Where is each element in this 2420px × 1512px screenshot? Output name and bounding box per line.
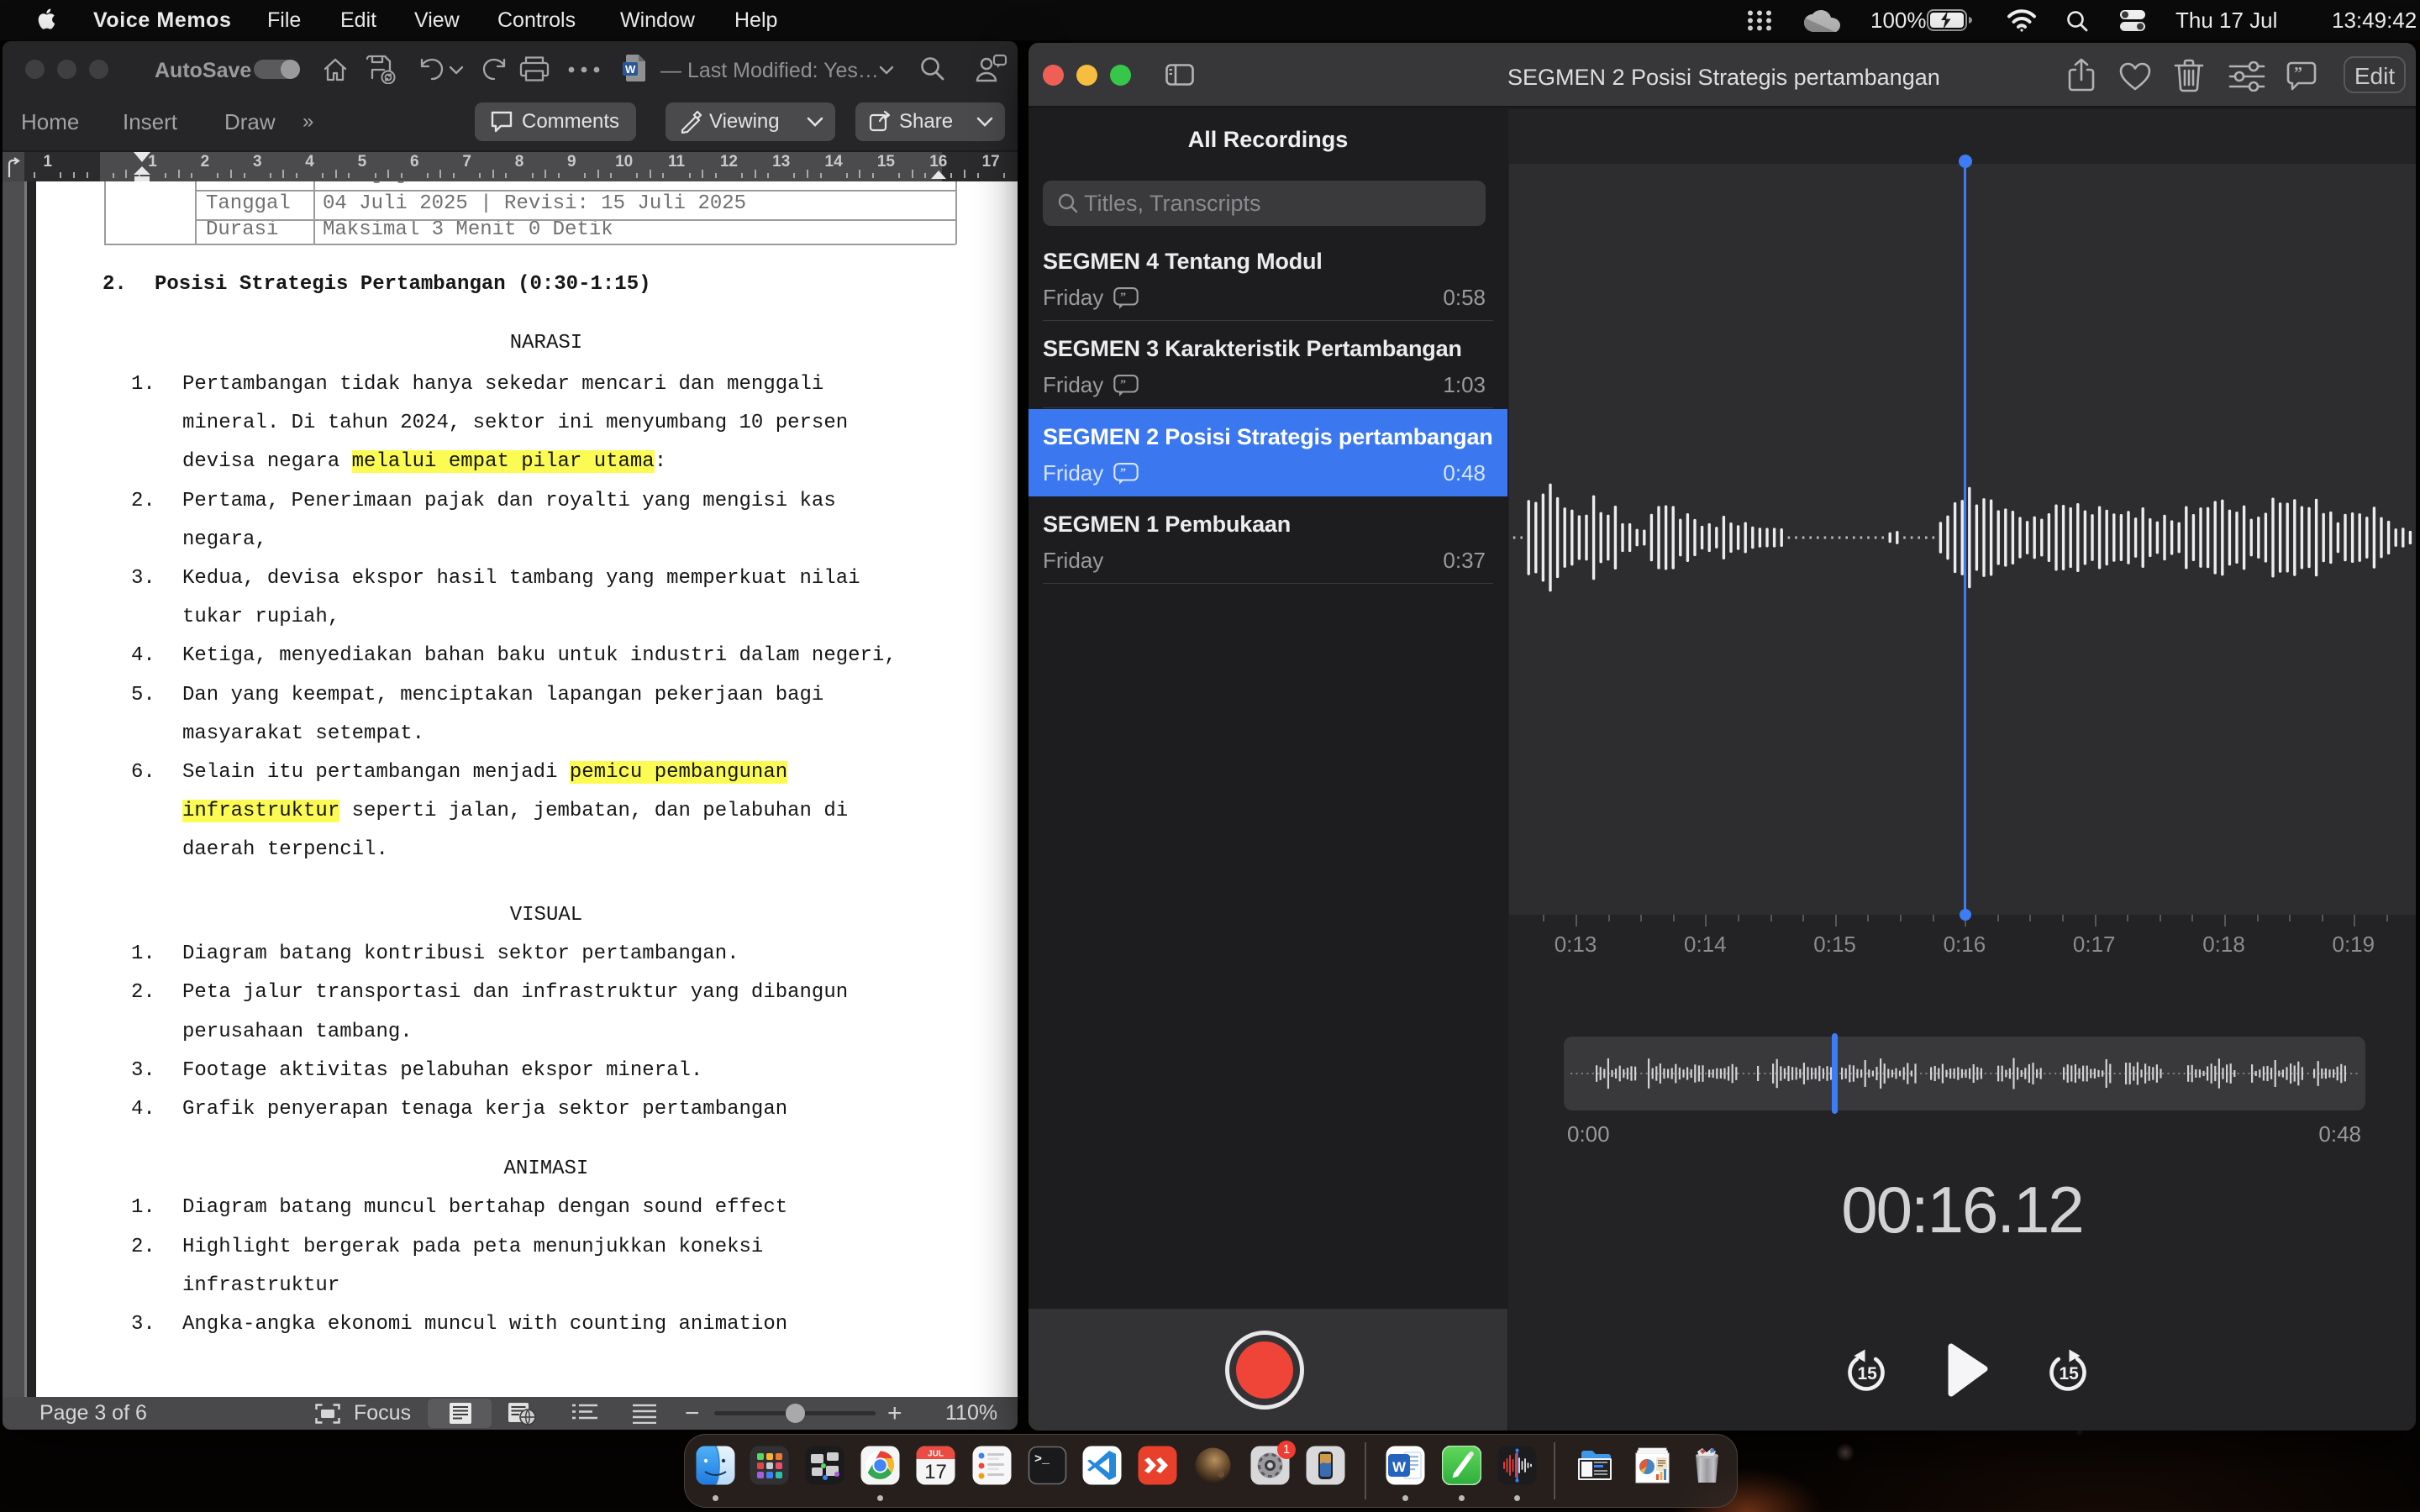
svg-text:W: W (1392, 1459, 1406, 1475)
svg-text:>_: >_ (1034, 1452, 1050, 1467)
svg-text:W: W (625, 63, 636, 76)
svg-text:17: 17 (924, 1461, 947, 1483)
svg-text:JUL: JUL (928, 1450, 944, 1459)
svg-text:15: 15 (2060, 1364, 2080, 1383)
svg-text:”: ” (2294, 64, 2302, 82)
svg-text:”: ” (1120, 291, 1126, 304)
svg-text:”: ” (1120, 378, 1126, 391)
svg-text:15: 15 (1858, 1364, 1878, 1383)
svg-text:”: ” (1120, 466, 1126, 480)
